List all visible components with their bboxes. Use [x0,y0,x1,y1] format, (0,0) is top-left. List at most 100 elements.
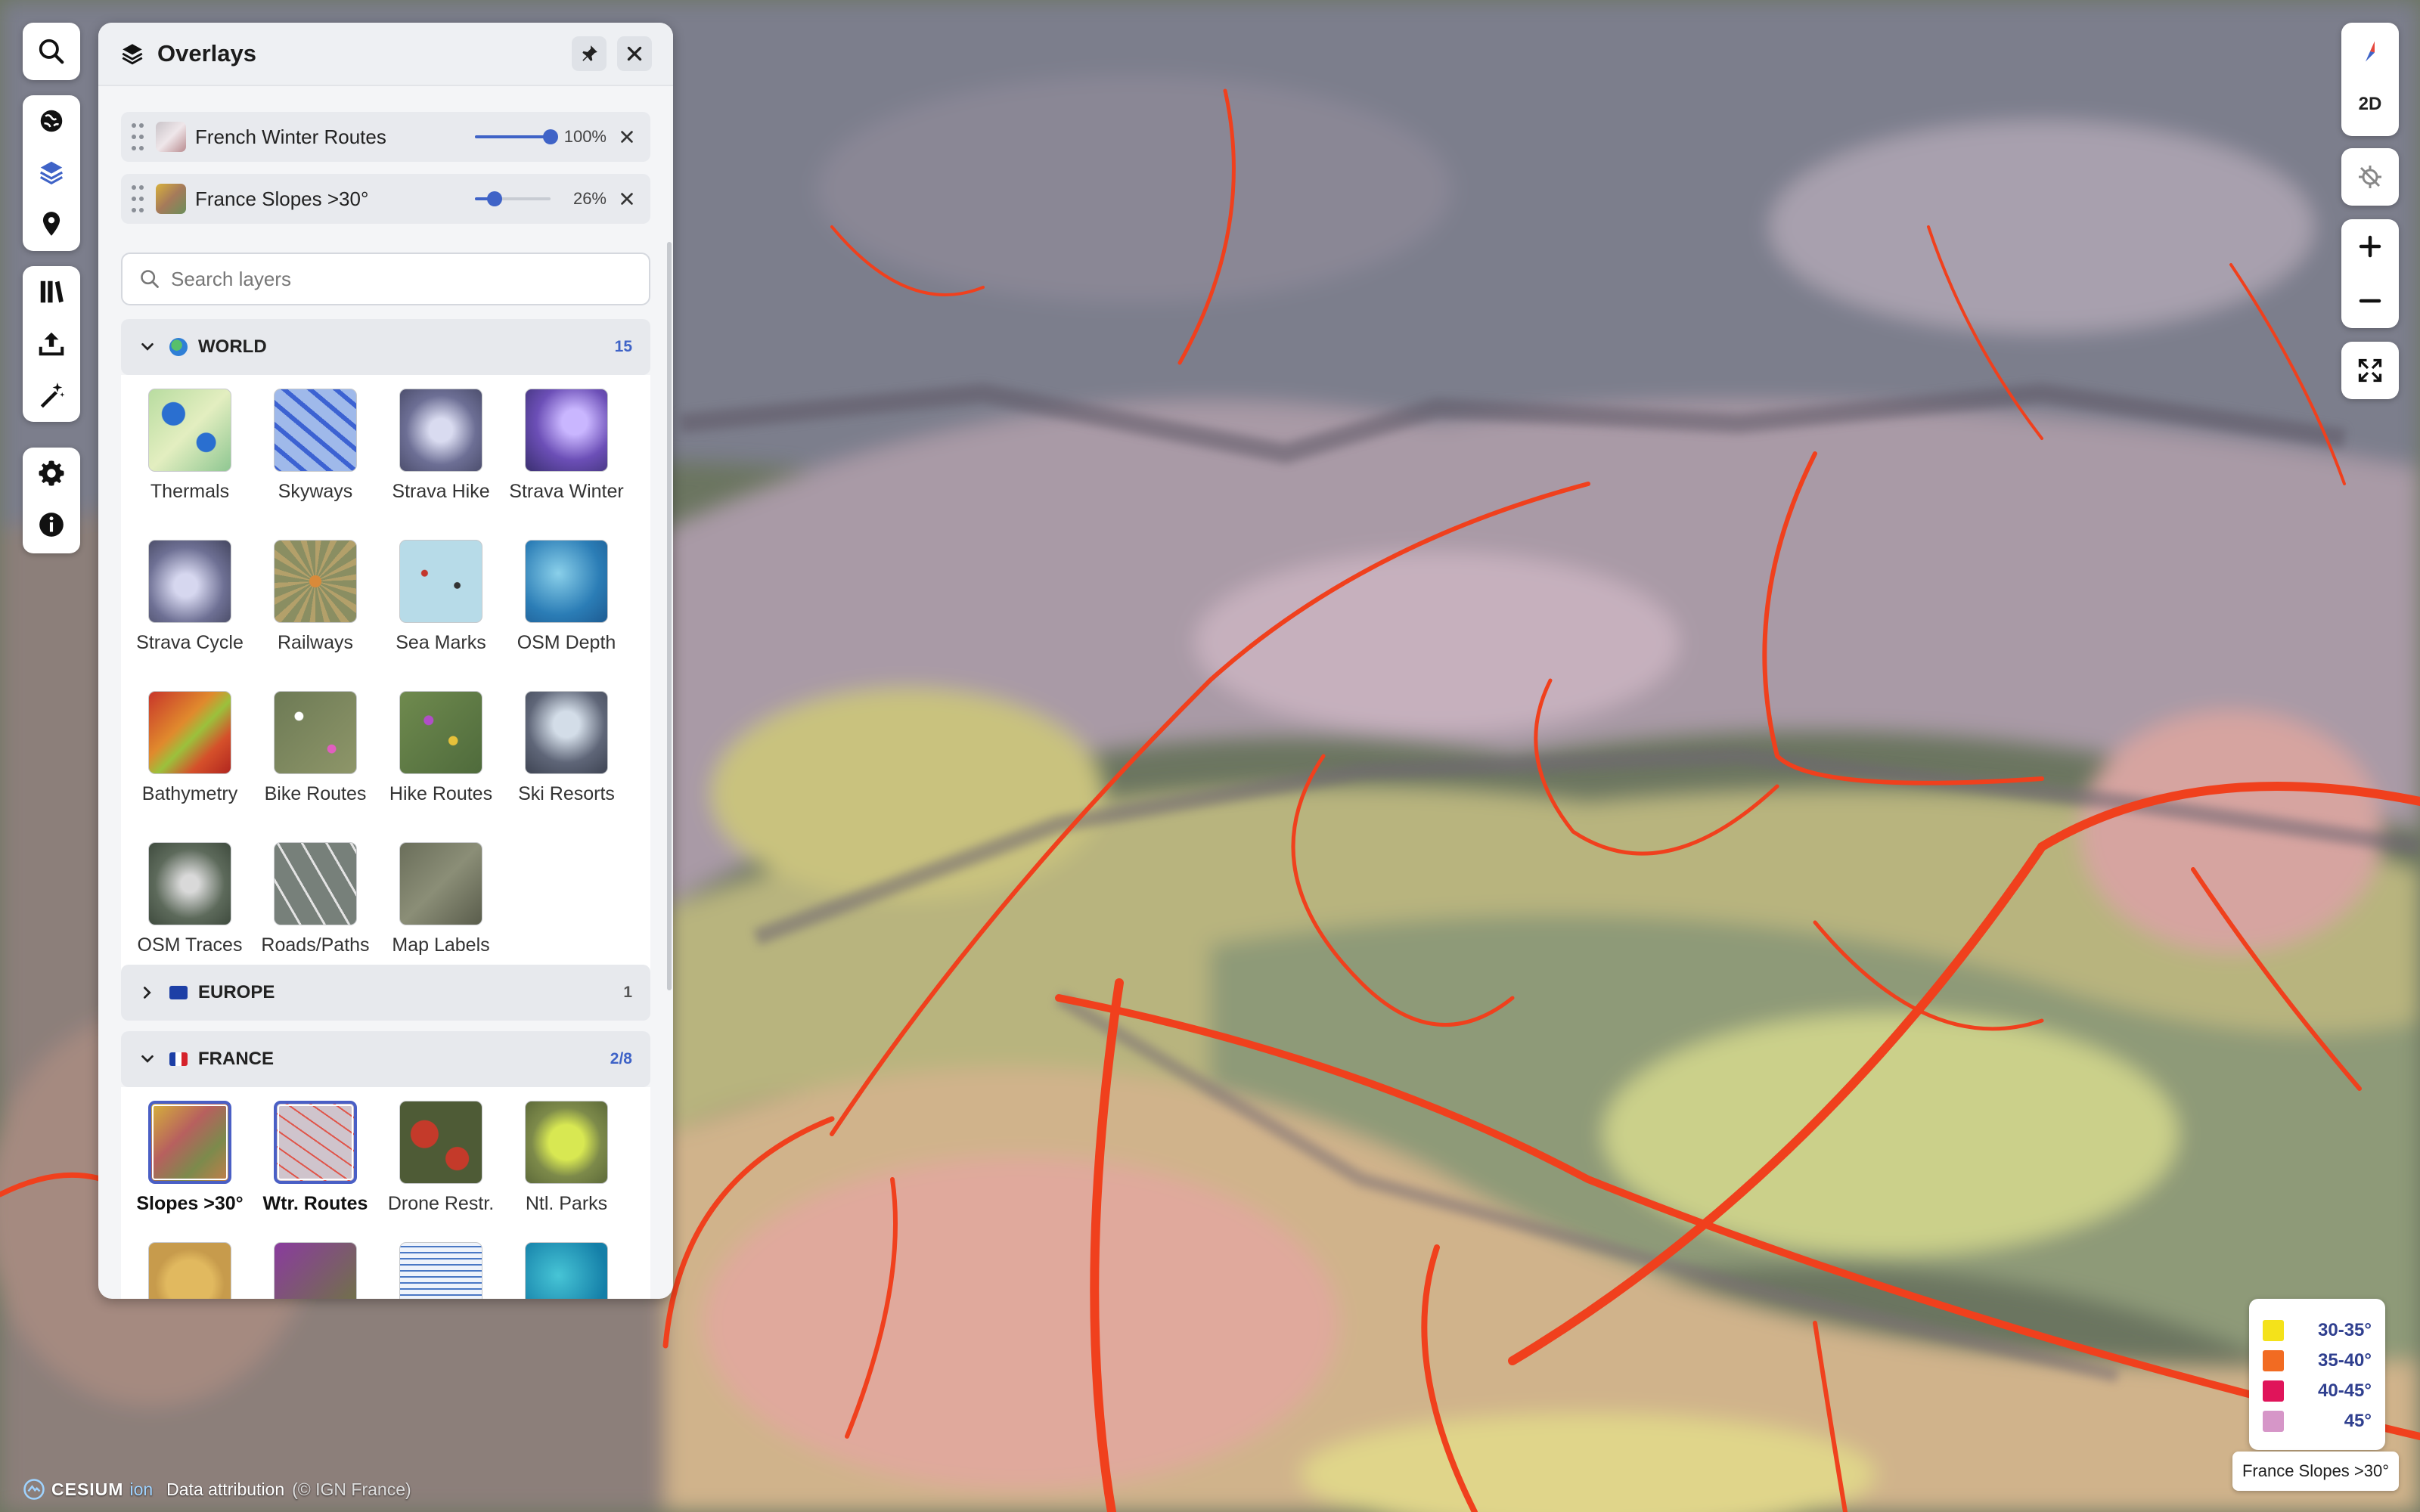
cesium-logo-suffix: ion [129,1479,154,1499]
active-layer-row[interactable]: France Slopes >30° 26% [121,174,650,224]
view-mode-toggle[interactable]: 2D [2341,80,2399,129]
layer-thumbnail [274,389,357,472]
map-tools-rail [23,95,80,251]
layer-tile-strava-winter[interactable]: Strava Winter [504,375,629,516]
layer-thumbnail [274,1242,357,1299]
layer-thumbnail [525,1242,608,1299]
upload-icon [39,332,64,356]
layer-thumbnail [399,842,482,925]
layer-thumbnail [399,540,482,623]
france-layer-grid: Slopes >30° Wtr. Routes Drone Restr. Ntl… [121,1087,650,1299]
layer-tile-national-parks[interactable]: Ntl. Parks [504,1087,629,1228]
layers-icon [39,161,64,185]
fullscreen-icon [2358,358,2382,383]
location-pin-icon [42,212,60,236]
locate-control [2341,148,2399,206]
active-layer-row[interactable]: French Winter Routes 100% [121,112,650,162]
layer-thumbnail [148,540,231,623]
layer-thumbnail [525,540,608,623]
attribution-bar: CESIUM ion Data attribution (© IGN Franc… [23,1474,411,1504]
layer-thumbnail [525,389,608,472]
layer-thumbnail [148,389,231,472]
panel-scrollbar[interactable] [667,242,672,990]
active-layer-label: France Slopes >30° [195,187,369,210]
france-flag-icon [169,1052,188,1066]
layer-tile-partial[interactable] [504,1228,629,1299]
fullscreen-button[interactable] [2341,342,2399,399]
layer-tile-sea-marks[interactable]: Sea Marks [378,526,504,668]
layer-thumbnail [156,184,186,214]
close-icon [627,46,642,61]
section-count: 1 [623,984,632,1001]
section-header-europe[interactable]: EUROPE 1 [121,965,650,1021]
layer-tile-skyways[interactable]: Skyways [253,375,378,516]
remove-layer-button[interactable] [614,186,640,212]
drag-handle-icon[interactable] [132,123,144,150]
remove-layer-button[interactable] [614,124,640,150]
layer-tile-hike-routes[interactable]: Hike Routes [378,677,504,819]
layer-tile-thermals[interactable]: Thermals [127,375,253,516]
legend-item: 30-35° [2263,1315,2372,1346]
legend-item: 35-40° [2263,1346,2372,1376]
upload-button[interactable] [23,318,80,369]
layer-thumbnail [156,122,186,152]
panel-header: Overlays [98,23,673,86]
layer-tile-partial[interactable] [127,1228,253,1299]
layer-tile-railways[interactable]: Railways [253,526,378,668]
layer-tile-bike-routes[interactable]: Bike Routes [253,677,378,819]
layer-tile-partial[interactable] [253,1228,378,1299]
active-layer-label: French Winter Routes [195,125,386,148]
layer-tile-osm-traces[interactable]: OSM Traces [127,829,253,970]
layer-tile-strava-cycle[interactable]: Strava Cycle [127,526,253,668]
info-button[interactable] [23,499,80,550]
layer-thumbnail [525,1101,608,1184]
layer-tile-bathymetry[interactable]: Bathymetry [127,677,253,819]
section-header-world[interactable]: WORLD 15 [121,319,650,375]
zoom-in-button[interactable] [2341,219,2399,274]
drag-handle-icon[interactable] [132,185,144,212]
section-header-france[interactable]: FRANCE 2/8 [121,1031,650,1087]
layer-search-box[interactable] [121,253,650,305]
eu-flag-icon [169,986,188,999]
location-button[interactable] [23,198,80,249]
overlays-panel: Overlays French Winter Routes 100% Franc… [98,23,673,1299]
layer-thumbnail [274,540,357,623]
opacity-slider[interactable] [475,189,551,209]
gear-icon [39,460,64,486]
attribution-source: (© IGN France) [292,1479,411,1499]
close-panel-button[interactable] [617,36,652,71]
opacity-slider[interactable] [475,127,558,147]
pin-panel-button[interactable] [572,36,607,71]
layers-button[interactable] [23,147,80,198]
layer-tile-strava-hike[interactable]: Strava Hike [378,375,504,516]
zoom-out-button[interactable] [2341,274,2399,328]
section-count: 15 [614,338,632,355]
close-icon [621,131,633,143]
search-input[interactable] [171,267,632,291]
chevron-down-icon [141,342,154,351]
library-icon [40,280,64,303]
compass-button[interactable] [2341,23,2399,80]
legend-item: 45° [2263,1406,2372,1436]
settings-button[interactable] [23,448,80,499]
section-name: EUROPE [198,982,275,1002]
layer-tile-winter-routes[interactable]: Wtr. Routes [253,1087,378,1228]
library-button[interactable] [23,266,80,318]
layer-tile-ski-resorts[interactable]: Ski Resorts [504,677,629,819]
chevron-down-icon [141,1055,154,1063]
layer-tile-osm-depth[interactable]: OSM Depth [504,526,629,668]
draw-button[interactable] [23,369,80,420]
data-attribution-link[interactable]: Data attribution [166,1479,284,1500]
layer-tile-partial[interactable] [378,1228,504,1299]
layer-thumbnail [148,691,231,774]
layer-tile-slopes[interactable]: Slopes >30° [127,1087,253,1228]
app-tools-rail [23,448,80,553]
layer-tile-roads-paths[interactable]: Roads/Paths [253,829,378,970]
layer-tile-drone-restrictions[interactable]: Drone Restr. [378,1087,504,1228]
globe-button[interactable] [23,95,80,147]
locate-button[interactable] [2341,148,2399,206]
layer-thumbnail [148,1242,231,1299]
slope-legend: 30-35° 35-40° 40-45° 45° [2249,1299,2385,1450]
search-button[interactable] [23,23,80,80]
layer-tile-map-labels[interactable]: Map Labels [378,829,504,970]
